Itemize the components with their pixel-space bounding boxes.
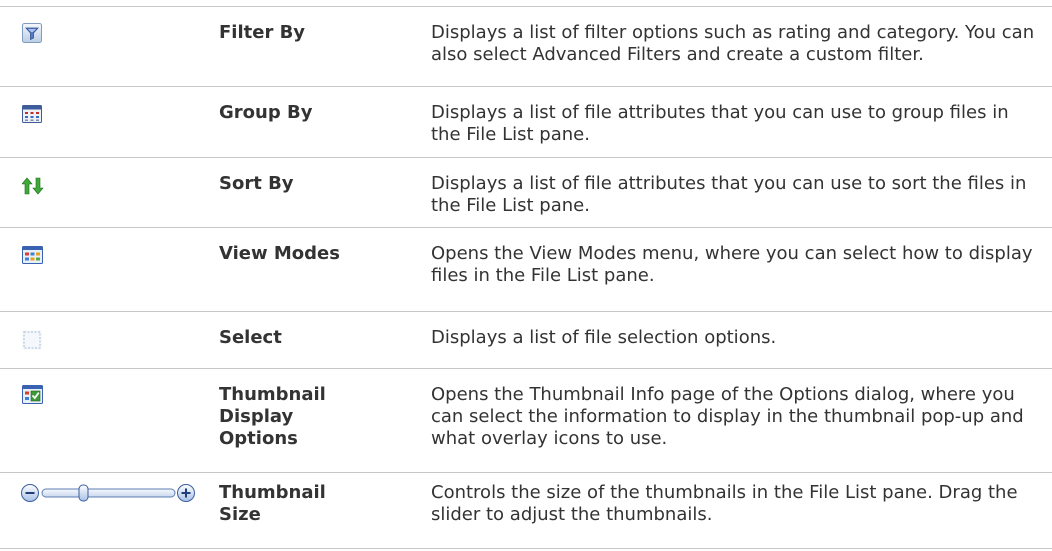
row-name: Thumbnail Size <box>219 482 326 525</box>
select-icon <box>22 330 42 354</box>
zoom-slider-icon <box>20 482 196 508</box>
sort-arrows-icon <box>21 176 44 200</box>
thumbnail-options-icon <box>22 385 43 408</box>
table-row: Group By Displays a list of file attribu… <box>0 86 1052 158</box>
row-name: Sort By <box>219 173 294 194</box>
row-description: Displays a list of file attributes that … <box>431 173 1027 216</box>
table-bottom-border <box>0 548 1052 549</box>
row-name: View Modes <box>219 243 340 264</box>
table-row: View Modes Opens the View Modes menu, wh… <box>0 227 1052 312</box>
row-description: Controls the size of the thumbnails in t… <box>431 482 1018 525</box>
group-by-icon <box>22 105 42 127</box>
row-name: Select <box>219 327 282 348</box>
row-description: Displays a list of file attributes that … <box>431 102 1009 145</box>
table-row: Select Displays a list of file selection… <box>0 311 1052 369</box>
row-description: Displays a list of filter options such a… <box>431 22 1035 65</box>
row-description: Opens the View Modes menu, where you can… <box>431 243 1033 286</box>
table-row: Thumbnail Size Controls the size of the … <box>0 472 1052 549</box>
row-description: Opens the Thumbnail Info page of the Opt… <box>431 384 1024 449</box>
row-name: Thumbnail Display Options <box>219 384 326 449</box>
filter-icon <box>22 23 42 47</box>
view-modes-icon <box>22 246 43 268</box>
table-row: Sort By Displays a list of file attribut… <box>0 157 1052 228</box>
row-name: Filter By <box>219 22 306 43</box>
table-row: Thumbnail Display Options Opens the Thum… <box>0 368 1052 473</box>
table-row: Filter By Displays a list of filter opti… <box>0 6 1052 87</box>
row-name: Group By <box>219 102 313 123</box>
row-description: Displays a list of file selection option… <box>431 327 777 348</box>
